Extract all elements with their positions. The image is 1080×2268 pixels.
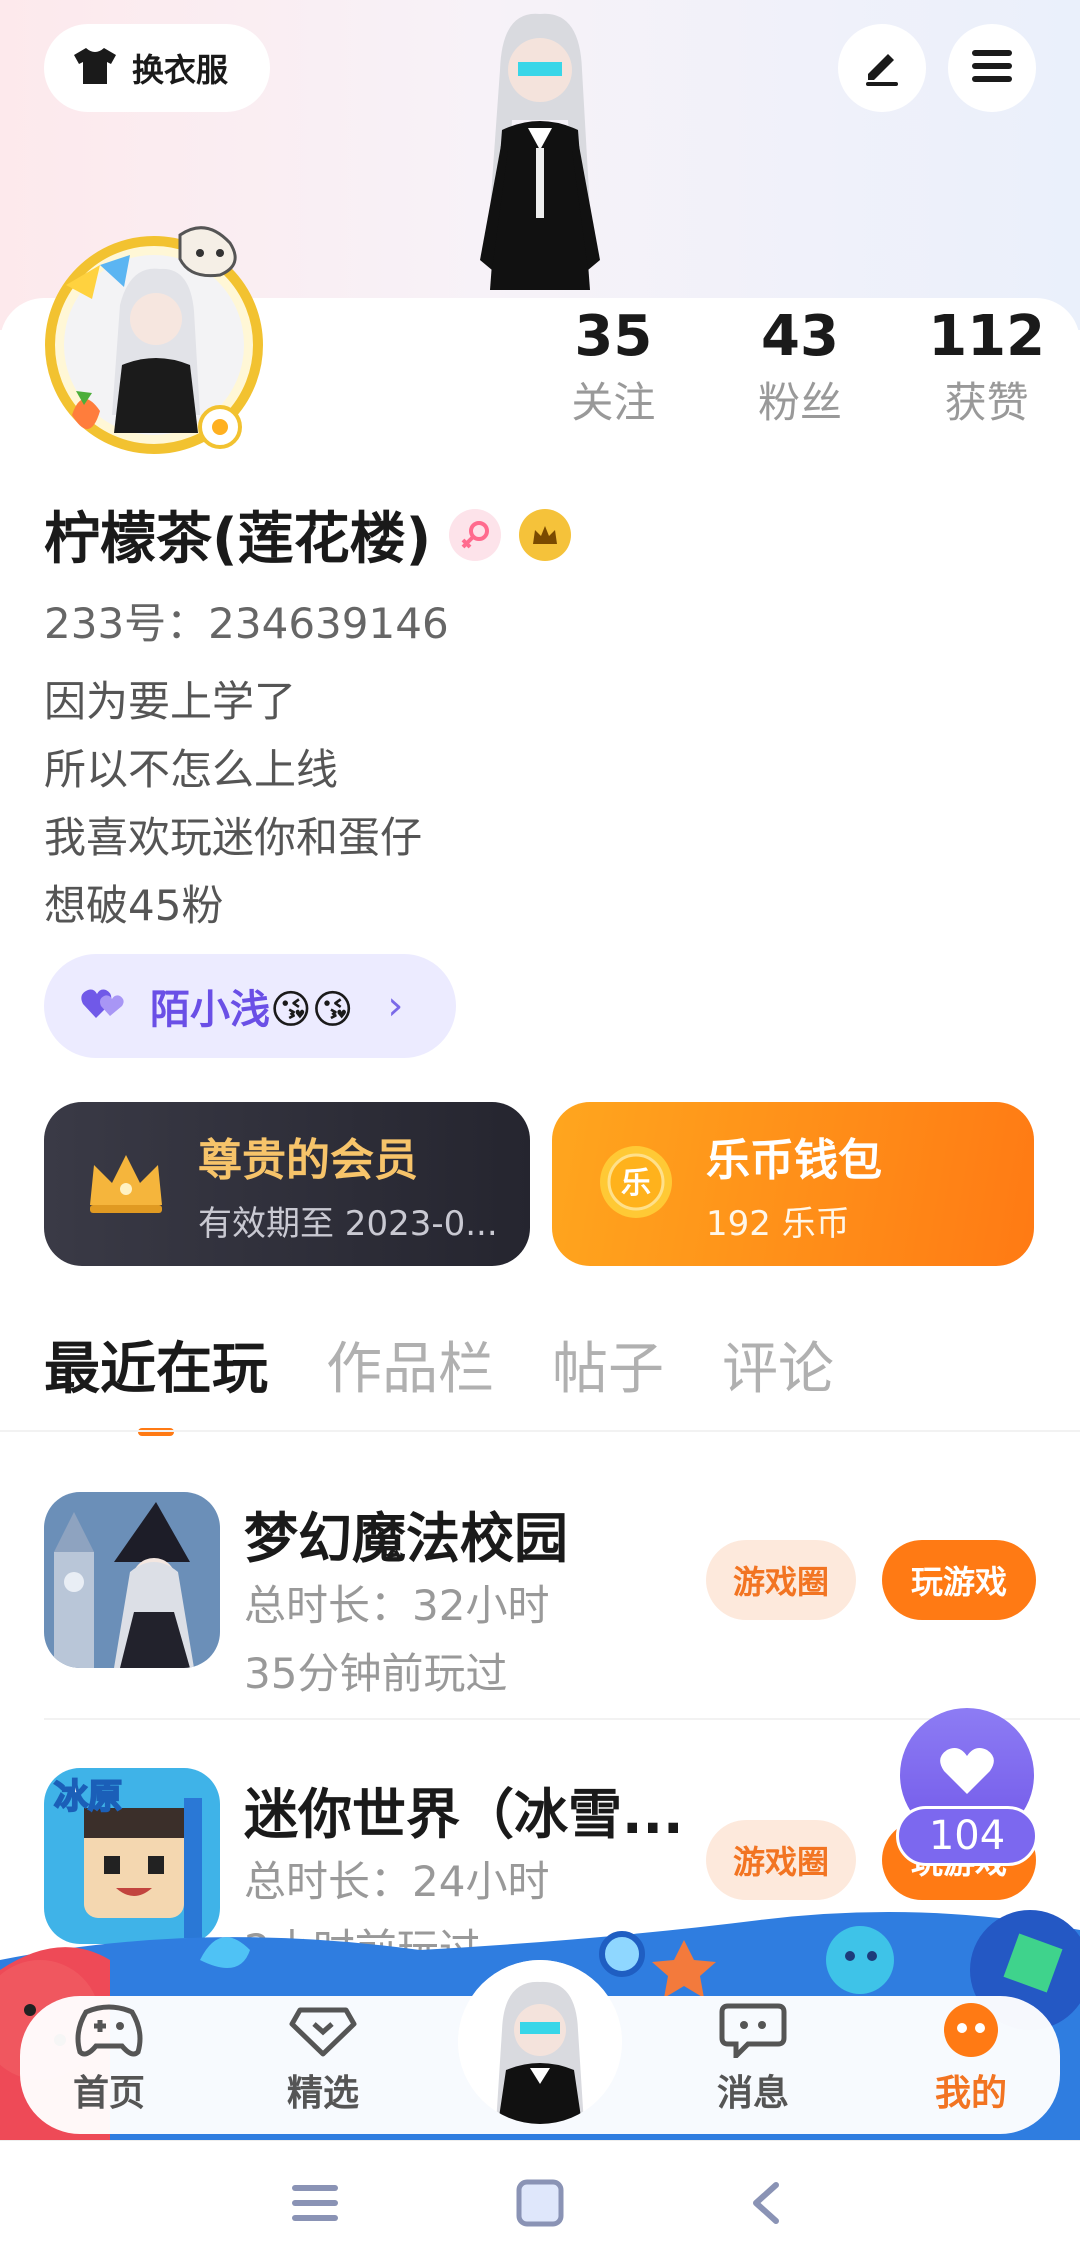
- bio-line: 所以不怎么上线: [44, 745, 339, 794]
- nav-profile-label: 我的: [934, 2073, 1007, 2114]
- smiley-face-icon: [936, 2003, 1006, 2062]
- diamond-heart-icon: [288, 2007, 358, 2062]
- nav-profile[interactable]: 我的: [906, 2002, 1036, 2116]
- game-thumbnail[interactable]: [44, 1492, 220, 1668]
- list-item[interactable]: 梦幻魔法校园 总时长：32小时 35分钟前玩过 游戏圈 玩游戏: [44, 1492, 1044, 1698]
- gamepad-icon: [74, 2004, 144, 2062]
- bio: 因为要上学了 所以不怎么上线 我喜欢玩迷你和蛋仔 想破45粉: [44, 668, 422, 940]
- change-outfit-label: 换衣服: [132, 51, 229, 89]
- stat-label: 获赞: [944, 378, 1029, 427]
- cp-partner-chip[interactable]: 陌小浅😘😘 ›: [44, 954, 456, 1058]
- crown-badge-icon[interactable]: [519, 508, 572, 561]
- bio-line: 我喜欢玩迷你和蛋仔: [44, 813, 423, 862]
- wallet-balance: 192 乐币: [706, 1203, 850, 1244]
- stat-label: 关注: [571, 378, 656, 427]
- home-square-icon[interactable]: [516, 2179, 564, 2231]
- nav-featured-label: 精选: [286, 2073, 359, 2114]
- change-outfit-button[interactable]: 换衣服: [44, 24, 270, 112]
- stat-fans[interactable]: 43 粉丝: [707, 300, 894, 432]
- bio-line: 因为要上学了: [44, 677, 297, 726]
- double-heart-icon: [80, 986, 128, 1026]
- game-circle-button[interactable]: 游戏圈: [706, 1540, 856, 1620]
- pencil-icon: [862, 46, 902, 90]
- username: 柠檬茶(莲花楼): [44, 507, 432, 572]
- stat-value: 43: [761, 304, 839, 369]
- profile-tabs: 最近在玩 作品栏 帖子 评论: [44, 1330, 834, 1436]
- vip-membership-card[interactable]: 尊贵的会员 有效期至 2023-0...: [44, 1102, 530, 1266]
- game-thumb-text: 冰原: [54, 1777, 122, 1817]
- divider: [0, 1430, 1080, 1432]
- cp-emoji: 😘😘: [270, 987, 354, 1033]
- vip-expiry: 有效期至 2023-0...: [198, 1203, 498, 1244]
- profile-stats: 35 关注 43 粉丝 112 获赞: [520, 300, 1080, 432]
- game-circle-button[interactable]: 游戏圈: [706, 1820, 856, 1900]
- coin-icon: 乐: [598, 1144, 674, 1224]
- stat-likes[interactable]: 112 获赞: [893, 300, 1080, 432]
- game-last-played: 35分钟前玩过: [244, 1649, 508, 1698]
- recent-apps-icon[interactable]: [290, 2181, 340, 2229]
- chevron-right-icon: ›: [387, 983, 404, 1029]
- edit-button[interactable]: [838, 24, 926, 112]
- divider: [44, 1718, 1080, 1720]
- like-count: 104: [896, 1806, 1038, 1866]
- hamburger-menu-icon: [970, 46, 1014, 90]
- avatar[interactable]: [30, 215, 278, 463]
- stat-value: 112: [928, 304, 1046, 369]
- tab-posts[interactable]: 帖子: [552, 1330, 664, 1410]
- tab-recently-played[interactable]: 最近在玩: [44, 1330, 268, 1436]
- menu-button[interactable]: [948, 24, 1036, 112]
- stat-label: 粉丝: [758, 378, 843, 427]
- user-id: 233号：234639146: [44, 599, 449, 648]
- nav-center-avatar[interactable]: [458, 1960, 622, 2124]
- vip-title: 尊贵的会员: [198, 1134, 418, 1186]
- bio-line: 想破45粉: [44, 881, 224, 930]
- nav-home-label: 首页: [72, 2073, 145, 2114]
- gold-crown-icon: [84, 1149, 168, 1219]
- nav-messages[interactable]: 消息: [688, 2002, 818, 2116]
- system-nav-bar: [0, 2140, 1080, 2268]
- chat-bubble-icon: [718, 2003, 788, 2063]
- tab-comments[interactable]: 评论: [722, 1330, 834, 1410]
- game-title: 迷你世界（冰雪...: [244, 1783, 684, 1846]
- stat-following[interactable]: 35 关注: [520, 300, 707, 432]
- game-duration: 总时长：32小时: [244, 1581, 550, 1630]
- wallet-card[interactable]: 乐 乐币钱包 192 乐币: [552, 1102, 1034, 1266]
- tshirt-icon: [72, 46, 118, 90]
- nav-featured[interactable]: 精选: [258, 2002, 388, 2116]
- stat-value: 35: [574, 304, 653, 369]
- female-gender-icon: [449, 508, 502, 561]
- cp-partner-name: 陌小浅: [150, 987, 270, 1033]
- game-title: 梦幻魔法校园: [244, 1507, 568, 1570]
- nav-messages-label: 消息: [716, 2073, 789, 2114]
- back-arrow-icon[interactable]: [748, 2181, 784, 2229]
- tab-works[interactable]: 作品栏: [326, 1330, 494, 1410]
- nav-home[interactable]: 首页: [44, 2002, 174, 2116]
- play-game-button[interactable]: 玩游戏: [882, 1540, 1036, 1620]
- username-row: 柠檬茶(莲花楼): [44, 494, 572, 575]
- wallet-title: 乐币钱包: [706, 1134, 882, 1186]
- character-figure-image: [440, 0, 640, 300]
- coin-char: 乐: [621, 1166, 651, 1201]
